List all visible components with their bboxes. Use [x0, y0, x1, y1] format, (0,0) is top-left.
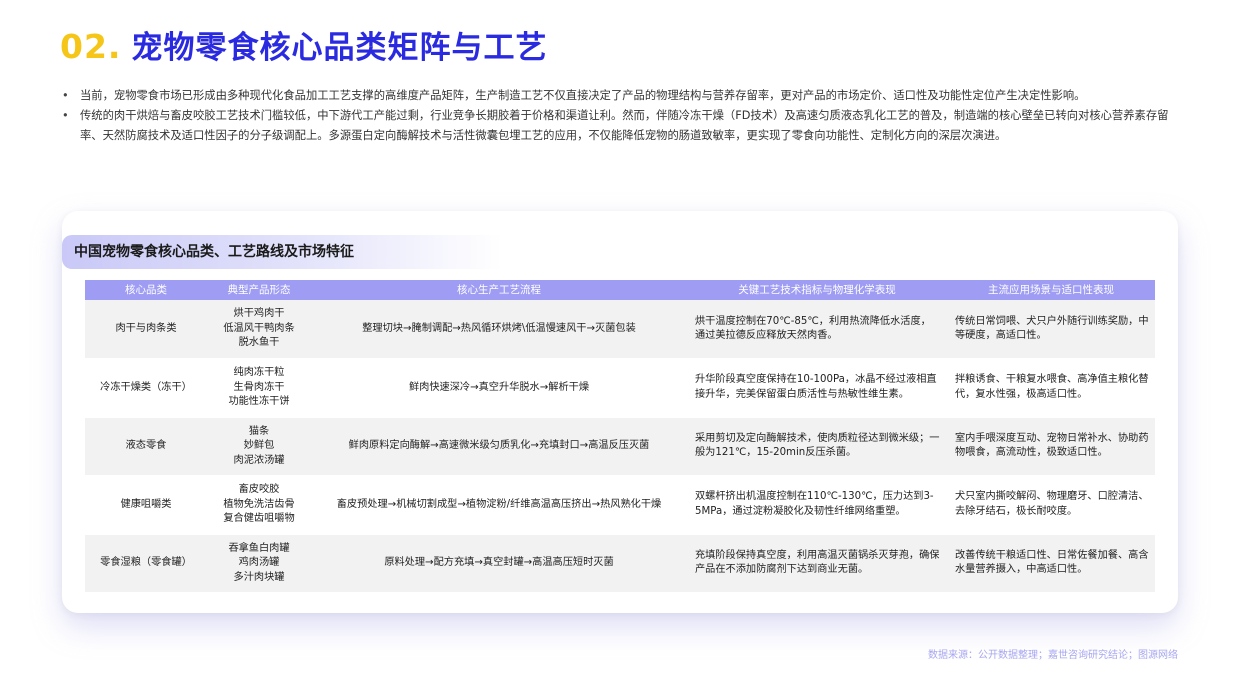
product-item: 肉泥浓汤罐: [233, 454, 285, 466]
table-card: 中国宠物零食核心品类、工艺路线及市场特征 核心品类 典型产品形态 核心生产工艺流…: [62, 211, 1178, 613]
product-item: 脱水鱼干: [238, 337, 280, 349]
cell-process: 整理切块→腌制调配→热风循环烘烤\低温慢速风干→灭菌包装: [311, 300, 687, 359]
cell-usage: 犬只室内撕咬解闷、物理磨牙、口腔清洁、去除牙结石，极长耐咬度。: [947, 475, 1155, 535]
product-item: 功能性冻干饼: [228, 396, 290, 407]
cell-process: 鲜肉原料定向酶解→高速微米级匀质乳化→充填封口→高温反压灭菌: [311, 417, 687, 476]
cell-category: 健康咀嚼类: [85, 475, 207, 535]
product-item: 复合健齿咀嚼物: [223, 513, 295, 524]
cell-tech: 充填阶段保持真空度，利用高温灭菌锅杀灭芽孢，确保产品在不添加防腐剂下达到商业无菌…: [687, 534, 947, 593]
product-item: 低温风干鸭肉条: [223, 322, 295, 334]
cell-category: 肉干与肉条类: [85, 300, 207, 359]
cell-category: 液态零食: [85, 417, 207, 476]
cell-tech: 烘干温度控制在70℃-85℃，利用热流降低水活度，通过美拉德反应释放天然肉香。: [687, 300, 947, 359]
product-item: 鸡肉汤罐: [238, 557, 280, 568]
table-row: 冷冻干燥类（冻干） 纯肉冻干粒 生骨肉冻干 功能性冻干饼 鲜肉快速深冷→真空升华…: [85, 358, 1155, 418]
cell-usage: 室内手喂深度互动、宠物日常补水、协助药物喂食，高流动性，极致适口性。: [947, 417, 1155, 476]
cell-process: 畜皮预处理→机械切割成型→植物淀粉/纤维高温高压挤出→热风熟化干燥: [311, 475, 687, 535]
table-row: 肉干与肉条类 烘干鸡肉干 低温风干鸭肉条 脱水鱼干 整理切块→腌制调配→热风循环…: [85, 300, 1155, 359]
page-header: 02. 宠物零食核心品类矩阵与工艺: [60, 22, 547, 67]
table-header-row: 核心品类 典型产品形态 核心生产工艺流程 关键工艺技术指标与物理化学表现 主流应…: [85, 280, 1155, 300]
page-title: 宠物零食核心品类矩阵与工艺: [131, 30, 548, 66]
cell-products: 畜皮咬胶 植物免洗洁齿骨 复合健齿咀嚼物: [207, 475, 311, 535]
cell-tech: 采用剪切及定向酶解技术，使肉质粒径达到微米级；一般为121℃，15-20min反…: [687, 417, 947, 476]
cell-process: 鲜肉快速深冷→真空升华脱水→解析干燥: [311, 358, 687, 418]
cell-products: 猫条 妙鲜包 肉泥浓汤罐: [207, 417, 311, 476]
cell-usage: 改善传统干粮适口性、日常佐餐加餐、高含水量营养摄入，中高适口性。: [947, 534, 1155, 593]
product-item: 畜皮咬胶: [238, 484, 280, 495]
cell-category: 零食湿粮（零食罐）: [85, 534, 207, 593]
product-item: 多汁肉块罐: [233, 571, 285, 583]
card-title: 中国宠物零食核心品类、工艺路线及市场特征: [62, 235, 502, 269]
bullet-paragraph: 当前，宠物零食市场已形成由多种现代化食品加工工艺支撑的高维度产品矩阵，生产制造工…: [60, 86, 1182, 106]
table-row: 健康咀嚼类 畜皮咬胶 植物免洗洁齿骨 复合健齿咀嚼物 畜皮预处理→机械切割成型→…: [85, 475, 1155, 535]
cell-products: 烘干鸡肉干 低温风干鸭肉条 脱水鱼干: [207, 300, 311, 359]
table-row: 液态零食 猫条 妙鲜包 肉泥浓汤罐 鲜肉原料定向酶解→高速微米级匀质乳化→充填封…: [85, 417, 1155, 476]
header-usage: 主流应用场景与适口性表现: [947, 280, 1155, 300]
product-item: 植物免洗洁齿骨: [223, 498, 295, 510]
header-category: 核心品类: [85, 280, 207, 300]
cell-usage: 拌粮诱食、干粮复水喂食、高净值主粮化替代，复水性强，极高适口性。: [947, 358, 1155, 418]
cell-process: 原料处理→配方充填→真空封罐→高温高压短时灭菌: [311, 534, 687, 593]
product-item: 烘干鸡肉干: [233, 308, 285, 320]
category-table: 核心品类 典型产品形态 核心生产工艺流程 关键工艺技术指标与物理化学表现 主流应…: [85, 280, 1155, 593]
cell-usage: 传统日常饲喂、犬只户外随行训练奖励，中等硬度，高适口性。: [947, 300, 1155, 359]
product-item: 吞拿鱼白肉罐: [228, 542, 290, 554]
table-row: 零食湿粮（零食罐） 吞拿鱼白肉罐 鸡肉汤罐 多汁肉块罐 原料处理→配方充填→真空…: [85, 534, 1155, 593]
product-item: 猫条: [248, 425, 270, 437]
bullet-paragraph: 传统的肉干烘焙与畜皮咬胶工艺技术门槛较低，中下游代工产能过剩，行业竞争长期胶着于…: [60, 106, 1182, 146]
intro-bullets: 当前，宠物零食市场已形成由多种现代化食品加工工艺支撑的高维度产品矩阵，生产制造工…: [60, 86, 1182, 146]
cell-products: 吞拿鱼白肉罐 鸡肉汤罐 多汁肉块罐: [207, 534, 311, 593]
cell-tech: 双螺杆挤出机温度控制在110℃-130℃，压力达到3-5MPa，通过淀粉凝胶化及…: [687, 475, 947, 535]
cell-products: 纯肉冻干粒 生骨肉冻干 功能性冻干饼: [207, 358, 311, 418]
cell-category: 冷冻干燥类（冻干）: [85, 358, 207, 418]
product-item: 生骨肉冻干: [233, 381, 285, 393]
header-process: 核心生产工艺流程: [311, 280, 687, 300]
product-item: 妙鲜包: [243, 440, 275, 451]
cell-tech: 升华阶段真空度保持在10-100Pa，冰晶不经过液相直接升华，完美保留蛋白质活性…: [687, 358, 947, 418]
data-source-note: 数据来源：公开数据整理；嘉世咨询研究结论；图源网络: [928, 650, 1178, 661]
header-products: 典型产品形态: [207, 280, 311, 300]
section-number: 02.: [60, 27, 122, 66]
header-tech: 关键工艺技术指标与物理化学表现: [687, 280, 947, 300]
product-item: 纯肉冻干粒: [233, 367, 285, 378]
